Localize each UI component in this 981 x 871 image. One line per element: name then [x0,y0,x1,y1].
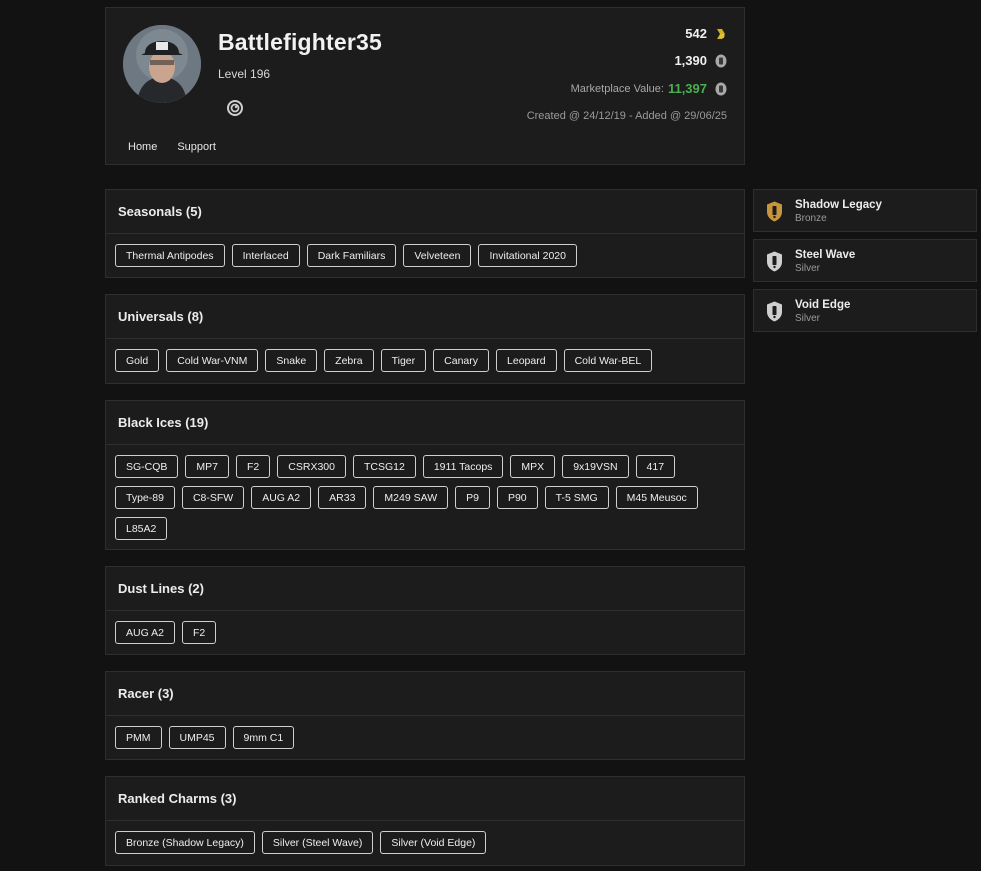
dust-lines-card: Dust Lines (2) AUG A2 F2 [105,566,745,655]
skin-chip[interactable]: C8-SFW [181,486,245,509]
credits-coin-icon [717,28,725,39]
ranked-season-name: Steel Wave [795,249,856,261]
skin-chip[interactable]: Invitational 2020 [478,244,577,267]
skin-chip[interactable]: L85A2 [115,517,168,540]
skin-chip[interactable]: Type-89 [115,486,175,509]
black-ices-card: Black Ices (19) SG-CQB MP7 F2 CSRX300 TCSG12… [105,400,745,550]
skin-chip[interactable]: P9 [455,486,490,509]
chip-list: Thermal Antipodes Interlaced Dark Familiar… [106,234,744,276]
avatar [123,25,201,103]
universals-card: Universals (8) Gold Cold War-VNM Snake Zebr… [105,294,745,384]
seasonals-card: Seasonals (5) Thermal Antipodes Interlace… [105,189,745,278]
skin-chip[interactable]: T-5 SMG [544,486,609,509]
card-title: Ranked Charms (3) [106,777,744,821]
skin-chip[interactable]: Dark Familiars [306,244,397,267]
skin-chip[interactable]: Velveteen [403,244,472,267]
skin-chip[interactable]: Zebra [324,349,374,372]
renown-coin-icon [715,54,727,67]
skin-chip[interactable]: Tiger [380,349,427,372]
skin-chip[interactable]: MP7 [185,455,230,478]
ranked-badge-icon [767,251,782,272]
skin-chip[interactable]: Cold War-VNM [166,349,259,372]
skin-chip[interactable]: 417 [635,455,676,478]
skin-chip[interactable]: AUG A2 [115,621,175,644]
ranked-card-void-edge[interactable]: Void Edge Silver [753,289,977,332]
skin-chip[interactable]: F2 [236,455,271,478]
skin-chip[interactable]: Leopard [496,349,557,372]
chip-list: Bronze (Shadow Legacy) Silver (Steel Wave… [106,821,744,863]
ranked-card-steel-wave[interactable]: Steel Wave Silver [753,239,977,282]
ranked-tier: Bronze [795,213,827,224]
skin-chip[interactable]: F2 [181,621,217,644]
skin-chip[interactable]: Silver (Steel Wave) [261,831,374,854]
card-title: Dust Lines (2) [106,567,744,611]
skin-chip[interactable]: Gold [115,349,160,372]
renown-stat: 1,390 [674,53,727,68]
skin-chip[interactable]: Canary [433,349,490,372]
skin-chip[interactable]: Bronze (Shadow Legacy) [115,831,255,854]
card-title: Racer (3) [106,672,744,716]
ranked-tier: Silver [795,263,821,274]
ranked-tier: Silver [795,313,821,324]
skin-chip[interactable]: AR33 [318,486,367,509]
chip-list: PMM UMP45 9mm C1 [106,716,744,758]
skin-chip[interactable]: PMM [115,726,162,749]
credits-value: 542 [685,26,707,41]
ubisoft-icon[interactable] [227,100,243,116]
skin-chip[interactable]: CSRX300 [277,455,346,478]
skin-chip[interactable]: Silver (Void Edge) [380,831,487,854]
nav-support[interactable]: Support [177,141,216,153]
skin-chip[interactable]: Snake [265,349,318,372]
skin-chip[interactable]: P90 [496,486,538,509]
card-title: Seasonals (5) [106,190,744,234]
ranked-badge-icon [767,201,782,222]
nav-home[interactable]: Home [128,141,157,153]
marketplace-coin-icon [715,82,727,95]
renown-value: 1,390 [674,53,707,68]
marketplace-label: Marketplace Value: [570,82,664,95]
ranked-season-name: Void Edge [795,299,851,311]
credits-stat: 542 [685,26,727,41]
skin-chip[interactable]: AUG A2 [251,486,312,509]
ranked-card-shadow-legacy[interactable]: Shadow Legacy Bronze [753,189,977,232]
created-dates: Created @ 24/12/19 - Added @ 29/06/25 [526,110,727,122]
marketplace-stat: Marketplace Value: 11,397 [571,81,727,96]
ranked-season-name: Shadow Legacy [795,199,882,211]
skin-chip[interactable]: M45 Meusoc [615,486,698,509]
marketplace-value: 11,397 [667,81,707,96]
ranked-charms-card: Ranked Charms (3) Bronze (Shadow Legacy)… [105,776,745,866]
card-title: Universals (8) [106,295,744,339]
skin-chip[interactable]: 9mm C1 [232,726,295,749]
skin-chip[interactable]: MPX [510,455,556,478]
skin-chip[interactable]: SG-CQB [115,455,179,478]
skin-chip[interactable]: M249 SAW [373,486,449,509]
player-level: Level 196 [218,67,271,81]
profile-header: Battlefighter35 Level 196 542 1,390 Mark… [105,7,745,165]
chip-list: Gold Cold War-VNM Snake Zebra Tiger Canary Leo… [106,339,744,381]
skin-chip[interactable]: UMP45 [168,726,226,749]
skin-chip[interactable]: 9x19VSN [562,455,629,478]
skin-chip[interactable]: TCSG12 [352,455,416,478]
racer-card: Racer (3) PMM UMP45 9mm C1 [105,671,745,760]
ranked-badge-icon [767,301,782,322]
skin-chip[interactable]: Interlaced [231,244,300,267]
skin-chip[interactable]: Thermal Antipodes [115,244,225,267]
skin-chip[interactable]: 1911 Tacops [422,455,504,478]
chip-list: AUG A2 F2 [106,611,744,653]
skin-chip[interactable]: Cold War-BEL [563,349,653,372]
chip-list: SG-CQB MP7 F2 CSRX300 TCSG12 1911 Tacops MPX 9x… [106,445,744,549]
profile-nav: Home Support [128,141,216,153]
card-title: Black Ices (19) [106,401,744,445]
username: Battlefighter35 [218,29,383,55]
